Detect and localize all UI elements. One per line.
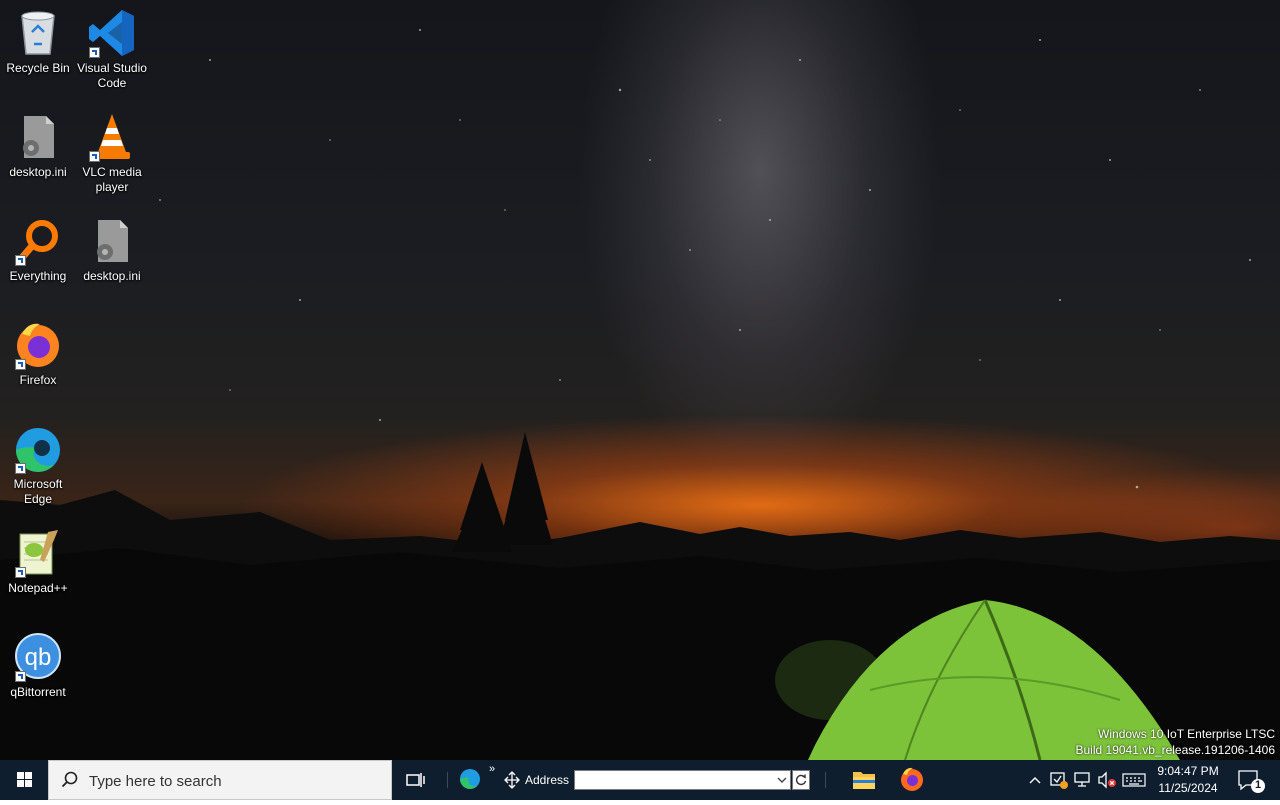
volume-muted-icon[interactable]	[1097, 770, 1117, 790]
windows-logo-icon	[17, 772, 32, 787]
address-toolbar-grip-icon[interactable]	[503, 770, 521, 790]
desktop-icon-qbittorrent[interactable]: qb qBittorrent	[0, 628, 76, 728]
desktop-icon-vscode[interactable]: Visual Studio Code	[74, 4, 150, 104]
clock-time: 9:04:47 PM	[1157, 764, 1219, 778]
vscode-icon	[88, 8, 136, 58]
watermark-edition: Windows 10 IoT Enterprise LTSC	[1098, 727, 1275, 741]
notepadpp-icon	[14, 528, 62, 578]
desktop-icon-label: qBittorrent	[10, 685, 66, 699]
address-toolbar-label: Address	[525, 773, 570, 787]
settings-file-icon	[88, 216, 136, 266]
firefox-icon	[14, 320, 62, 370]
edge-icon	[460, 769, 480, 789]
desktop-icon-notepadpp[interactable]: Notepad++	[0, 524, 76, 624]
desktop-icon-label: Visual Studio Code	[77, 61, 147, 90]
desktop-icon-firefox[interactable]: Firefox	[0, 316, 76, 416]
desktop-icon-desktop-ini-2[interactable]: desktop.ini	[74, 212, 150, 312]
start-button[interactable]	[0, 760, 48, 800]
shortcut-arrow-icon	[89, 47, 100, 58]
network-icon[interactable]	[1073, 770, 1093, 790]
taskbar-search-box[interactable]: Type here to search	[48, 760, 392, 800]
edge-icon	[14, 424, 62, 474]
taskbar-file-explorer[interactable]	[840, 760, 888, 800]
vlc-cone-icon	[88, 112, 136, 162]
desktop-icon-recycle-bin[interactable]: Recycle Bin	[0, 4, 76, 104]
toolbar-overflow-chevron[interactable]: »	[489, 763, 495, 775]
notification-count-badge: 1	[1254, 779, 1262, 791]
desktop-icon-desktop-ini[interactable]: desktop.ini	[0, 108, 76, 208]
recycle-bin-icon	[14, 8, 62, 58]
address-input[interactable]	[574, 770, 791, 790]
quick-launch-edge[interactable]	[459, 768, 483, 792]
task-view-button[interactable]	[404, 770, 428, 790]
desktop-icon-label: desktop.ini	[83, 269, 141, 283]
settings-file-icon	[14, 112, 62, 162]
desktop-icon-label: Microsoft Edge	[13, 477, 63, 506]
chevron-up-icon[interactable]	[1028, 770, 1042, 790]
firefox-icon	[901, 767, 923, 791]
notification-icon	[1238, 770, 1265, 793]
desktop-icon-label: Firefox	[19, 373, 57, 387]
taskbar-clock[interactable]: 9:04:47 PM 11/25/2024	[1150, 763, 1226, 797]
task-view-icon	[406, 773, 425, 787]
watermark-build: Build 19041.vb_release.191206-1406	[1075, 743, 1276, 757]
taskbar: Type here to search » Address 9:04:47 PM…	[0, 760, 1280, 800]
address-go-button[interactable]	[792, 770, 810, 790]
desktop-icon-label: Everything	[9, 269, 67, 283]
shortcut-arrow-icon	[15, 671, 26, 682]
search-placeholder: Type here to search	[89, 773, 222, 790]
shortcut-arrow-icon	[15, 255, 26, 266]
desktop-icon-edge[interactable]: Microsoft Edge	[0, 420, 76, 520]
svg-text:qb: qb	[25, 644, 52, 671]
pine-trees	[452, 432, 553, 552]
desktop-icon-label: Recycle Bin	[6, 61, 70, 75]
desktop-wallpaper	[0, 0, 1280, 760]
desktop-icon-vlc[interactable]: VLC media player	[74, 108, 150, 208]
touch-keyboard-icon[interactable]	[1122, 770, 1146, 790]
stars	[159, 29, 1251, 489]
desktop-icon-label: Notepad++	[8, 581, 68, 595]
security-alert-icon[interactable]	[1049, 770, 1069, 790]
shortcut-arrow-icon	[15, 463, 26, 474]
search-icon	[61, 771, 78, 788]
everything-search-icon	[14, 216, 62, 266]
clock-date: 11/25/2024	[1158, 781, 1218, 795]
shortcut-arrow-icon	[15, 359, 26, 370]
chevron-down-icon[interactable]	[776, 774, 788, 786]
folder-icon	[853, 772, 875, 789]
windows-version-watermark: Windows 10 IoT Enterprise LTSC Build 190…	[1076, 726, 1276, 758]
taskbar-firefox[interactable]	[888, 760, 936, 800]
qbittorrent-icon: qb	[14, 632, 62, 682]
action-center-button[interactable]: 1	[1232, 768, 1268, 794]
desktop-icon-everything[interactable]: Everything	[0, 212, 76, 312]
shortcut-arrow-icon	[89, 151, 100, 162]
refresh-icon	[795, 774, 807, 786]
shortcut-arrow-icon	[15, 567, 26, 578]
taskbar-separator	[447, 772, 448, 788]
taskbar-separator	[825, 772, 826, 788]
wallpaper-scene	[0, 29, 1280, 760]
desktop-icon-label: VLC media player	[82, 165, 142, 194]
desktop-icon-label: desktop.ini	[9, 165, 67, 179]
